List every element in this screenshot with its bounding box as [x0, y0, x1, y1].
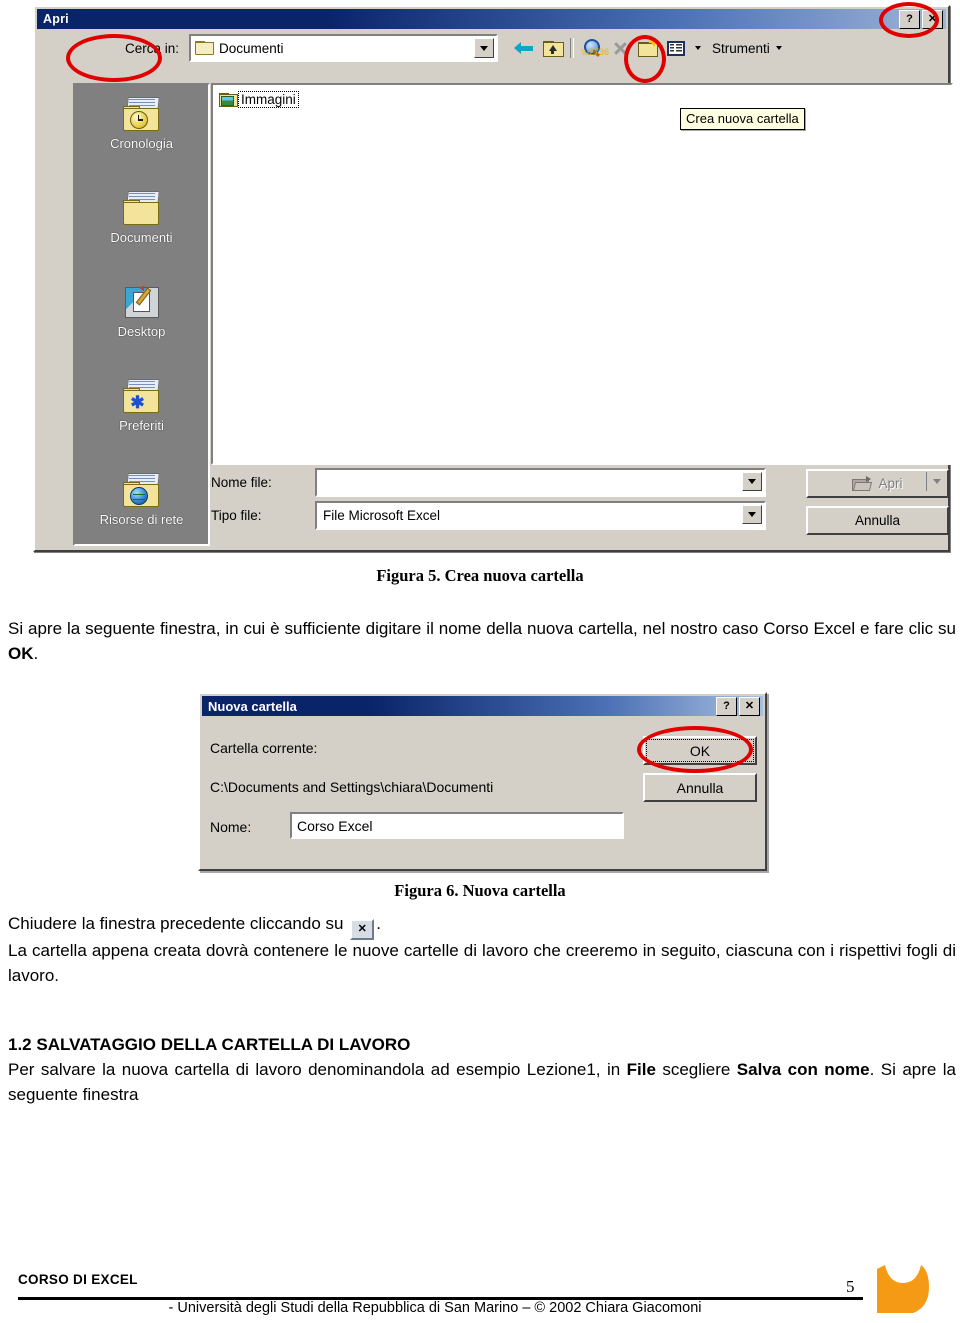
place-item-documenti[interactable]: Documenti [75, 183, 208, 277]
name-input-value: Corso Excel [297, 817, 373, 834]
tools-menu[interactable]: Strumenti [712, 41, 782, 56]
place-item-label: Risorse di rete [99, 512, 184, 527]
annotation-ellipse-close [879, 2, 939, 38]
nuova-cartella-window-controls: ? ✕ [716, 696, 763, 716]
logo [877, 1261, 929, 1313]
filetype-value: File Microsoft Excel [323, 508, 441, 523]
file-form: Nome file: Tipo file: File Microsoft Exc… [211, 468, 766, 544]
name-input[interactable]: Corso Excel [290, 812, 624, 839]
dialog-buttons: Apri Annulla [806, 469, 949, 543]
help-button[interactable]: ? [716, 696, 737, 716]
place-item-label: Desktop [117, 324, 166, 339]
place-item-label: Preferiti [119, 418, 164, 433]
figure-caption-5: Figura 5. Crea nuova cartella [376, 566, 584, 585]
open-folder-icon [852, 475, 873, 491]
filetype-label: Tipo file: [211, 508, 262, 523]
cancel-button[interactable]: Annulla [806, 506, 949, 535]
chevron-down-icon[interactable] [742, 472, 762, 491]
up-one-level-icon[interactable] [538, 35, 566, 61]
pictures-folder-icon [219, 92, 238, 107]
favorites-folder-icon: ✱ [121, 379, 163, 415]
filetype-row: Tipo file: File Microsoft Excel [211, 501, 766, 530]
current-folder-label: Cartella corrente: [210, 740, 318, 756]
open-button[interactable]: Apri [806, 469, 949, 498]
nuova-cartella-titlebar[interactable]: Nuova cartella ? ✕ [202, 696, 763, 716]
cancel-button[interactable]: Annulla [643, 773, 757, 802]
apri-dialog-title: Apri [43, 12, 69, 26]
list-item-label: Immagini [238, 91, 299, 108]
nuova-cartella-dialog: Nuova cartella ? ✕ Cartella corrente: C:… [198, 692, 767, 871]
documents-folder-icon [121, 191, 163, 227]
section-heading: 1.2 SALVATAGGIO DELLA CARTELLA DI LAVORO [8, 1035, 411, 1054]
views-icon[interactable] [662, 35, 690, 61]
section-paragraph: Per salvare la nuova cartella di lavoro … [8, 1060, 957, 1104]
apri-dialog: Apri ? ✕ Cerca in: Documenti \u2736 ✦ ✦ … [33, 5, 953, 552]
history-folder-icon [121, 97, 163, 133]
chevron-down-icon[interactable] [742, 505, 762, 524]
views-dropdown-icon[interactable] [690, 35, 706, 61]
filename-row: Nome file: [211, 468, 766, 497]
search-icon[interactable]: \u2736 [578, 35, 609, 61]
tools-menu-label: Strumenti [712, 40, 770, 56]
open-dropdown-icon[interactable] [926, 472, 946, 491]
annotation-ellipse-ok [637, 726, 753, 773]
apri-titlebar[interactable]: Apri ? ✕ [37, 9, 946, 29]
annotation-ellipse-look-in [66, 34, 162, 82]
current-folder-path: C:\Documents and Settings\chiara\Documen… [210, 779, 494, 795]
place-item-label: Cronologia [110, 136, 173, 151]
tooltip: Crea nuova cartella [680, 108, 805, 130]
list-item[interactable]: Immagini [219, 91, 299, 108]
footer-copyright: - Università degli Studi della Repubblic… [168, 1300, 702, 1316]
open-button-label: Apri [878, 476, 903, 491]
place-item-desktop[interactable]: Desktop [75, 277, 208, 371]
filename-input[interactable] [315, 468, 766, 497]
desktop-icon [121, 283, 163, 321]
file-list[interactable]: Immagini [211, 83, 953, 465]
nuova-cartella-title: Nuova cartella [208, 698, 297, 714]
back-arrow-icon[interactable] [510, 35, 538, 61]
filetype-dropdown[interactable]: File Microsoft Excel [315, 501, 766, 530]
chevron-down-icon[interactable] [474, 38, 494, 58]
close-icon[interactable]: ✕ [739, 696, 760, 716]
body-paragraph-2-line2: La cartella appena creata dovrà contener… [8, 941, 956, 985]
places-bar: Cronologia Documenti Desktop ✱ Preferiti [73, 83, 210, 546]
body-paragraph-1: Si apre la seguente finestra, in cui è s… [8, 619, 956, 663]
filename-label: Nome file: [211, 475, 272, 490]
place-item-label: Documenti [110, 230, 173, 245]
body-paragraph-2-line1: Chiudere la finestra precedente cliccand… [8, 911, 956, 940]
look-in-value: Documenti [219, 40, 284, 56]
folder-icon [195, 41, 214, 55]
chevron-down-icon [775, 46, 782, 50]
name-label: Nome: [210, 819, 252, 835]
apri-toolbar: Cerca in: Documenti \u2736 ✦ ✦ Strumenti [39, 31, 942, 65]
page-number: 5 [846, 1277, 855, 1296]
toolbar-separator [570, 38, 574, 58]
look-in-dropdown[interactable]: Documenti [189, 34, 498, 62]
close-icon: ✕ [350, 919, 375, 940]
place-item-preferiti[interactable]: ✱ Preferiti [75, 371, 208, 465]
footer-left-text: CORSO DI EXCEL [18, 1272, 138, 1287]
annotation-ellipse-new-folder [624, 35, 666, 83]
network-folder-icon [121, 473, 163, 509]
figure-caption-6: Figura 6. Nuova cartella [394, 881, 566, 900]
place-item-risorse-di-rete[interactable]: Risorse di rete [75, 465, 208, 559]
place-item-cronologia[interactable]: Cronologia [75, 89, 208, 183]
